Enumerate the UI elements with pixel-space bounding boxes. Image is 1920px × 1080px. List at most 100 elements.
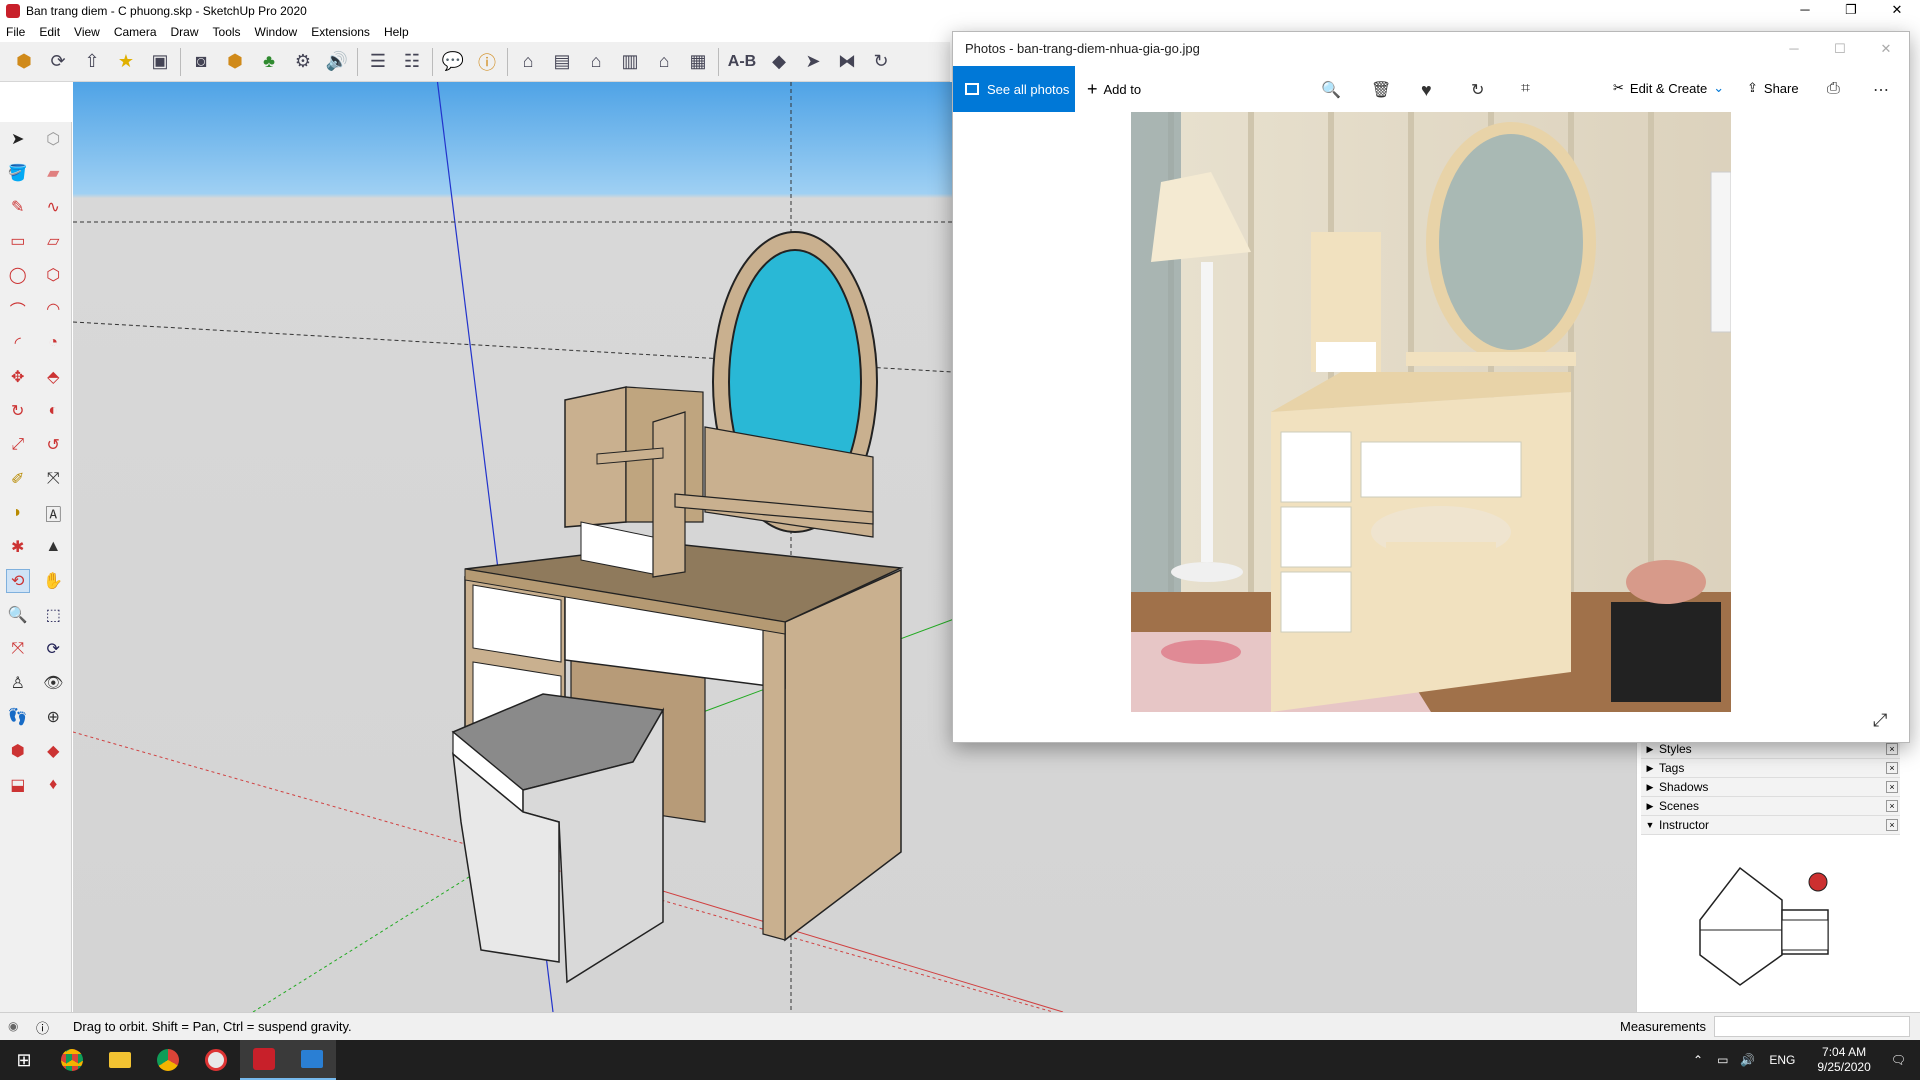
- pie-icon[interactable]: ◔: [41, 331, 65, 355]
- share-button[interactable]: ⇪ Share: [1747, 80, 1799, 96]
- print-icon[interactable]: ⎙: [1827, 80, 1840, 98]
- tray-tags[interactable]: ▶ Tags ×: [1641, 759, 1900, 778]
- restore-button[interactable]: ❐: [1828, 0, 1874, 22]
- export-icon[interactable]: ⬓: [6, 773, 30, 797]
- refresh-icon[interactable]: ⟳: [44, 48, 72, 76]
- menu-window[interactable]: Window: [255, 25, 298, 39]
- orbit-icon[interactable]: ⟲: [5, 569, 30, 593]
- back-view-icon[interactable]: ⌂: [650, 48, 678, 76]
- geo-location-icon[interactable]: ◉: [8, 1019, 18, 1033]
- protractor-icon[interactable]: ◗: [6, 501, 30, 525]
- sketchup-taskbar-icon[interactable]: [240, 1040, 288, 1080]
- photos-taskbar-icon[interactable]: [288, 1040, 336, 1080]
- close-icon[interactable]: ×: [1886, 819, 1898, 831]
- menu-camera[interactable]: Camera: [114, 25, 157, 39]
- left-view-icon[interactable]: ▦: [684, 48, 712, 76]
- front-view-icon[interactable]: ⌂: [582, 48, 610, 76]
- close-icon[interactable]: ×: [1886, 762, 1898, 774]
- tape-measure-icon[interactable]: ✐: [6, 467, 30, 491]
- 3d-text-icon[interactable]: ▲: [41, 535, 65, 559]
- ruby-console-icon[interactable]: ♦: [41, 773, 65, 797]
- menu-help[interactable]: Help: [384, 25, 409, 39]
- pencil-icon[interactable]: ✎: [6, 195, 30, 219]
- select-icon[interactable]: ➤: [6, 127, 30, 151]
- menu-view[interactable]: View: [74, 25, 100, 39]
- tree-icon[interactable]: ♣: [255, 48, 283, 76]
- axes-icon[interactable]: ✱: [6, 535, 30, 559]
- zoom-icon[interactable]: 🔍: [1321, 80, 1341, 100]
- file-explorer-icon[interactable]: [96, 1040, 144, 1080]
- see-all-photos-button[interactable]: See all photos: [953, 66, 1075, 112]
- sliders-alt-icon[interactable]: ☷: [398, 48, 426, 76]
- start-button[interactable]: ⊞: [0, 1040, 48, 1080]
- chat-icon[interactable]: 💬: [439, 48, 467, 76]
- zoom-window-icon[interactable]: ⬚: [41, 603, 65, 627]
- coccoc-browser-icon[interactable]: [192, 1040, 240, 1080]
- tray-instructor[interactable]: ▼ Instructor ×: [1641, 816, 1900, 835]
- polygon-icon[interactable]: ⬡: [41, 263, 65, 287]
- measurements-field[interactable]: [1714, 1016, 1910, 1037]
- eraser-icon[interactable]: ▰: [41, 161, 65, 185]
- photos-maximize-button[interactable]: ☐: [1817, 32, 1863, 66]
- select-arrow-icon[interactable]: ➤: [799, 48, 827, 76]
- star-icon[interactable]: ★: [112, 48, 140, 76]
- tray-scenes[interactable]: ▶ Scenes ×: [1641, 797, 1900, 816]
- ruby-gem-icon[interactable]: ◆: [41, 739, 65, 763]
- follow-me-icon[interactable]: ◐: [41, 399, 65, 423]
- menu-edit[interactable]: Edit: [39, 25, 60, 39]
- rectangle-icon[interactable]: ▭: [6, 229, 30, 253]
- close-icon[interactable]: ×: [1886, 800, 1898, 812]
- extension-warehouse-icon[interactable]: ⬢: [221, 48, 249, 76]
- language-indicator[interactable]: ENG: [1769, 1053, 1795, 1067]
- top-view-icon[interactable]: ▤: [548, 48, 576, 76]
- close-button[interactable]: ✕: [1874, 0, 1920, 22]
- look-around-icon[interactable]: 👁: [41, 671, 65, 695]
- arc-icon[interactable]: ⌒: [6, 297, 30, 321]
- walk-icon[interactable]: 👣: [6, 705, 30, 729]
- move-icon[interactable]: ✥: [6, 365, 30, 389]
- mirror-icon[interactable]: ⧓: [833, 48, 861, 76]
- minimize-button[interactable]: ─: [1782, 0, 1828, 22]
- rotate-tool-icon[interactable]: ↻: [6, 399, 30, 423]
- share-model-icon[interactable]: ⇧: [78, 48, 106, 76]
- rotate-icon[interactable]: ↻: [1471, 80, 1484, 100]
- crop-icon[interactable]: ⌗: [1521, 80, 1530, 98]
- menu-tools[interactable]: Tools: [213, 25, 241, 39]
- right-view-icon[interactable]: ▥: [616, 48, 644, 76]
- text-tool-icon[interactable]: A-B: [725, 48, 759, 76]
- close-icon[interactable]: ×: [1886, 781, 1898, 793]
- three-point-arc-icon[interactable]: ◜: [6, 331, 30, 355]
- network-icon[interactable]: ▭: [1717, 1053, 1728, 1067]
- freehand-icon[interactable]: ∿: [41, 195, 65, 219]
- iso-view-icon[interactable]: ⌂: [514, 48, 542, 76]
- chrome-icon[interactable]: [48, 1040, 96, 1080]
- vr-icon[interactable]: ◙: [187, 48, 215, 76]
- previous-view-icon[interactable]: ⟳: [41, 637, 65, 661]
- circle-icon[interactable]: ◯: [6, 263, 30, 287]
- section-plane-icon[interactable]: ⊕: [41, 705, 65, 729]
- two-point-arc-icon[interactable]: ◠: [41, 297, 65, 321]
- clock[interactable]: 7:04 AM 9/25/2020: [1817, 1045, 1870, 1075]
- add-to-button[interactable]: + Add to: [1087, 79, 1141, 100]
- info-icon[interactable]: ⓘ: [36, 1018, 49, 1037]
- favorite-heart-icon[interactable]: ♥: [1421, 80, 1432, 101]
- zoom-icon[interactable]: 🔍: [6, 603, 30, 627]
- offset-icon[interactable]: ↺: [41, 433, 65, 457]
- delete-icon[interactable]: 🗑: [1371, 80, 1391, 100]
- scale-icon[interactable]: ⤢: [6, 433, 30, 457]
- chrome-alt-icon[interactable]: [144, 1040, 192, 1080]
- make-component-icon[interactable]: ⬡: [41, 127, 65, 151]
- ruby-red-icon[interactable]: ⬢: [6, 739, 30, 763]
- text-icon[interactable]: 🄰: [41, 501, 65, 525]
- generate-report-icon[interactable]: ▣: [146, 48, 174, 76]
- volume-icon[interactable]: 🔊: [1740, 1053, 1755, 1067]
- push-pull-icon[interactable]: ⬘: [41, 365, 65, 389]
- notifications-icon[interactable]: 🗨: [1891, 1053, 1906, 1067]
- tag-icon[interactable]: ◆: [765, 48, 793, 76]
- menu-extensions[interactable]: Extensions: [311, 25, 370, 39]
- zoom-extents-icon[interactable]: ⤧: [6, 637, 30, 661]
- menu-file[interactable]: File: [6, 25, 25, 39]
- gear-icon[interactable]: ⚙: [289, 48, 317, 76]
- rotated-rectangle-icon[interactable]: ▱: [41, 229, 65, 253]
- fullscreen-icon[interactable]: ⤢: [1873, 710, 1887, 731]
